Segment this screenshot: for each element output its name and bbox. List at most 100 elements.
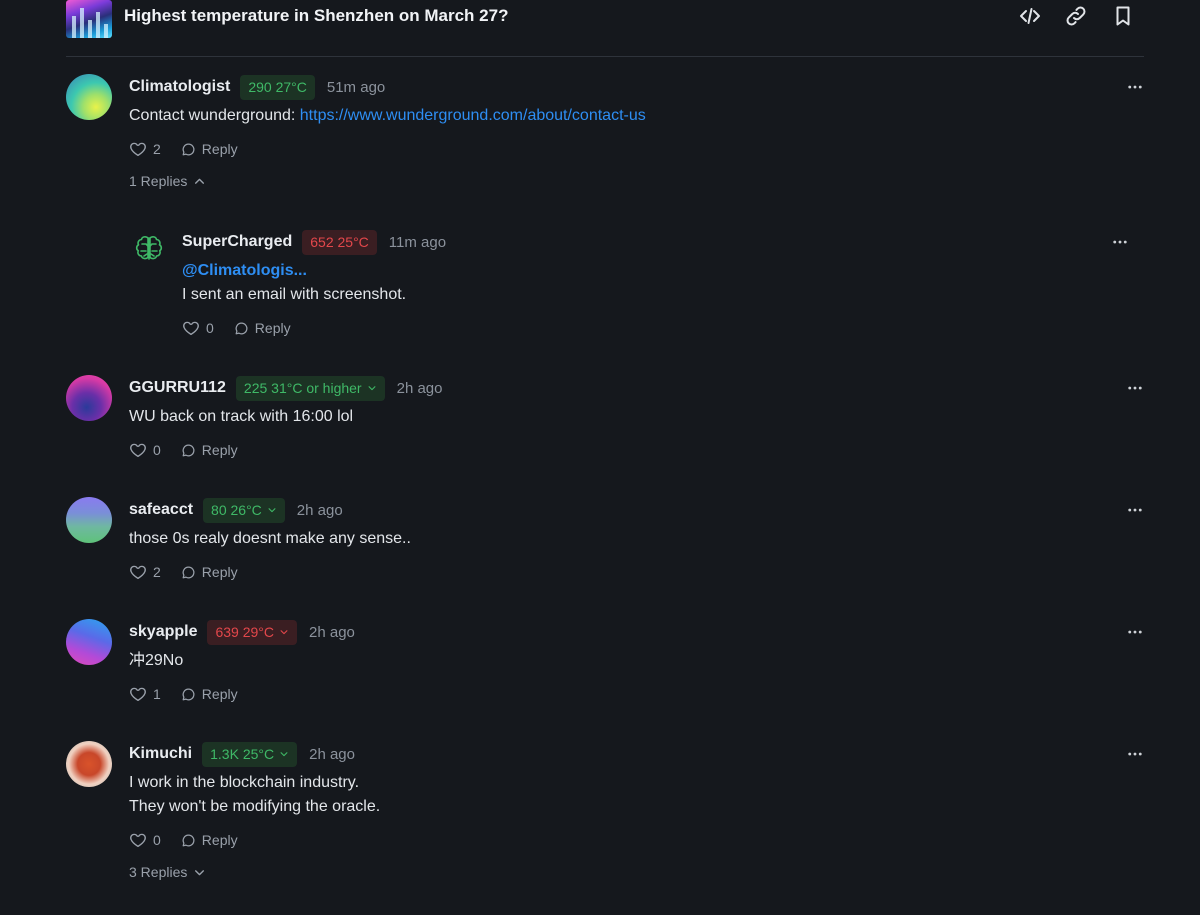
username[interactable]: safeacct	[129, 501, 193, 519]
position-badge-label: 290 27°C	[248, 79, 307, 95]
like-button[interactable]: 0	[129, 831, 161, 849]
chevron-down-icon	[367, 383, 377, 393]
reply-button[interactable]: Reply	[181, 442, 238, 458]
username[interactable]: GGURRU112	[129, 379, 226, 397]
reply-label: Reply	[254, 320, 291, 336]
username[interactable]: Kimuchi	[129, 745, 192, 763]
comment-text-line: They won't be modifying the oracle.	[129, 798, 381, 815]
timestamp: 51m ago	[326, 78, 386, 96]
more-options-icon[interactable]	[1126, 501, 1144, 519]
like-button[interactable]: 2	[129, 140, 161, 158]
reply-label: Reply	[201, 141, 238, 157]
comment-bubble-icon	[181, 443, 196, 458]
position-badge: 652 25°C	[302, 229, 377, 255]
position-badge[interactable]: 80 26°C	[203, 497, 285, 523]
avatar[interactable]	[66, 74, 112, 120]
comment-text: Contact wunderground: https://www.wunder…	[129, 104, 1144, 128]
replies-label: 1 Replies	[129, 173, 188, 189]
code-icon[interactable]	[1018, 4, 1042, 28]
replies-toggle[interactable]: 3 Replies	[129, 864, 206, 880]
username[interactable]: skyapple	[129, 623, 197, 641]
reply-button[interactable]: Reply	[181, 832, 238, 848]
reply-button[interactable]: Reply	[234, 320, 291, 336]
comment-text: I work in the blockchain industry. They …	[129, 771, 1144, 819]
timestamp: 2h ago	[309, 745, 355, 763]
chevron-down-icon	[193, 866, 206, 879]
heart-icon	[129, 563, 147, 581]
market-title[interactable]: Highest temperature in Shenzhen on March…	[124, 6, 508, 26]
more-options-icon[interactable]	[1126, 623, 1144, 641]
comment-bubble-icon	[234, 321, 249, 336]
comment-link[interactable]: https://www.wunderground.com/about/conta…	[300, 107, 646, 124]
reply-label: Reply	[201, 686, 238, 702]
timestamp: 2h ago	[309, 623, 355, 641]
heart-icon	[182, 319, 200, 337]
reply-button[interactable]: Reply	[181, 564, 238, 580]
brain-icon	[135, 236, 163, 260]
chevron-up-icon	[193, 175, 206, 188]
username[interactable]: SuperCharged	[182, 233, 292, 251]
like-button[interactable]: 1	[129, 685, 161, 703]
reply-button[interactable]: Reply	[181, 686, 238, 702]
username[interactable]: Climatologist	[129, 78, 230, 96]
comment-text: 冲29No	[129, 652, 184, 669]
timestamp: 2h ago	[296, 501, 343, 519]
replies-label: 3 Replies	[129, 864, 188, 880]
more-options-icon[interactable]	[1126, 379, 1144, 397]
position-badge-label: 652 25°C	[310, 234, 369, 250]
more-options-icon[interactable]	[1111, 233, 1129, 251]
avatar[interactable]	[66, 497, 112, 543]
position-badge[interactable]: 639 29°C	[207, 619, 298, 645]
position-badge-label: 80 26°C	[211, 502, 262, 518]
like-button[interactable]: 0	[129, 441, 161, 459]
position-badge-label: 225 31°C or higher	[243, 380, 362, 396]
like-count: 2	[153, 141, 161, 157]
comment-bubble-icon	[181, 833, 196, 848]
avatar[interactable]	[66, 741, 112, 787]
reply-button[interactable]: Reply	[181, 141, 238, 157]
like-count: 0	[153, 832, 161, 848]
reply-label: Reply	[201, 564, 238, 580]
heart-icon	[129, 140, 147, 158]
heart-icon	[129, 685, 147, 703]
position-badge[interactable]: 225 31°C or higher	[235, 375, 385, 401]
like-count: 0	[206, 320, 214, 336]
chevron-down-icon	[267, 505, 277, 515]
comment-text: WU back on track with 16:00 lol	[129, 408, 354, 425]
chevron-down-icon	[279, 749, 289, 759]
avatar[interactable]	[66, 375, 112, 421]
comment-bubble-icon	[181, 565, 196, 580]
comment-text-line: I work in the blockchain industry.	[129, 774, 360, 791]
more-options-icon[interactable]	[1126, 78, 1144, 96]
reply-label: Reply	[201, 442, 238, 458]
market-thumbnail[interactable]	[66, 0, 112, 38]
timestamp: 2h ago	[396, 379, 443, 397]
comment-text-prefix: Contact wunderground:	[129, 107, 300, 124]
like-button[interactable]: 2	[129, 563, 161, 581]
heart-icon	[129, 441, 147, 459]
heart-icon	[129, 831, 147, 849]
more-options-icon[interactable]	[1126, 745, 1144, 763]
position-badge-label: 1.3K 25°C	[210, 746, 275, 762]
comment-bubble-icon	[181, 687, 196, 702]
bookmark-icon[interactable]	[1111, 4, 1135, 28]
like-button[interactable]: 0	[182, 319, 214, 337]
chevron-down-icon	[279, 627, 289, 637]
replies-toggle[interactable]: 1 Replies	[129, 173, 206, 189]
position-badge: 290 27°C	[240, 74, 315, 100]
like-count: 2	[153, 564, 161, 580]
position-badge[interactable]: 1.3K 25°C	[202, 741, 298, 767]
link-icon[interactable]	[1064, 4, 1088, 28]
market-header: Highest temperature in Shenzhen on March…	[66, 0, 1144, 57]
comment-text: I sent an email with screenshot.	[182, 286, 407, 303]
timestamp: 11m ago	[388, 233, 447, 251]
like-count: 1	[153, 686, 161, 702]
comment-bubble-icon	[181, 142, 196, 157]
mention-link[interactable]: @Climatologis...	[182, 259, 1129, 283]
comment-text: those 0s realy doesnt make any sense..	[129, 530, 411, 547]
reply-label: Reply	[201, 832, 238, 848]
like-count: 0	[153, 442, 161, 458]
avatar[interactable]	[66, 619, 112, 665]
avatar[interactable]	[131, 231, 167, 267]
position-badge-label: 639 29°C	[215, 624, 275, 640]
